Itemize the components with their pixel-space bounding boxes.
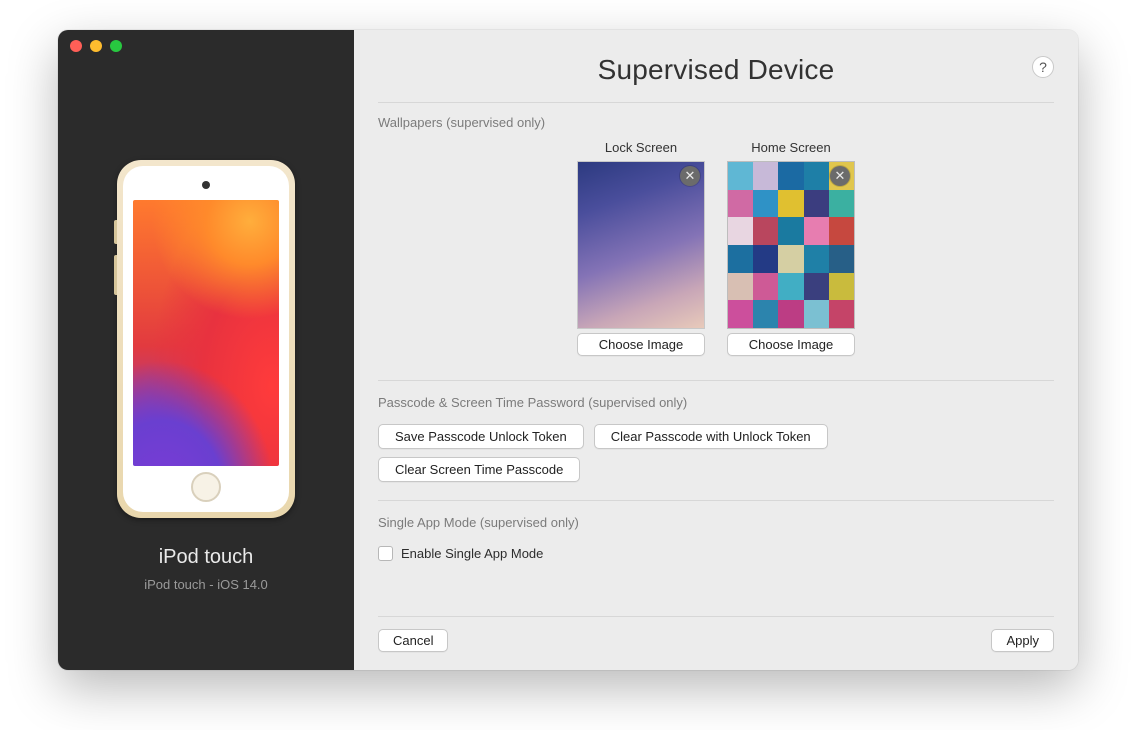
device-home-button-icon — [191, 472, 221, 502]
minimize-window-button[interactable] — [90, 40, 102, 52]
device-subtitle: iPod touch - iOS 14.0 — [144, 577, 268, 592]
home-tile — [804, 273, 829, 301]
remove-home-wallpaper-button[interactable]: ✕ — [830, 166, 850, 186]
home-tile — [753, 300, 778, 328]
app-window: iPod touch iPod touch - iOS 14.0 Supervi… — [58, 30, 1078, 670]
home-tile — [753, 217, 778, 245]
home-tile — [728, 300, 753, 328]
divider — [378, 500, 1054, 501]
home-tile — [829, 217, 854, 245]
home-tile — [829, 273, 854, 301]
home-screen-column: Home Screen ✕ Choose Image — [726, 140, 856, 356]
home-tile — [804, 245, 829, 273]
home-tile — [804, 162, 829, 190]
passcode-button-row: Save Passcode Unlock Token Clear Passcod… — [378, 424, 1054, 449]
home-tile — [728, 190, 753, 218]
divider — [378, 102, 1054, 103]
passcode-button-row-2: Clear Screen Time Passcode — [378, 457, 1054, 482]
device-volume-button — [114, 255, 117, 295]
page-title: Supervised Device — [598, 54, 835, 86]
home-tile — [753, 273, 778, 301]
home-tile — [778, 217, 803, 245]
home-tile — [829, 190, 854, 218]
apply-button[interactable]: Apply — [991, 629, 1054, 652]
lock-screen-column: Lock Screen ✕ Choose Image — [576, 140, 706, 356]
cancel-button[interactable]: Cancel — [378, 629, 448, 652]
device-volume-button — [114, 220, 117, 244]
home-tile — [804, 217, 829, 245]
divider — [378, 380, 1054, 381]
home-tile — [728, 162, 753, 190]
enable-single-app-label: Enable Single App Mode — [401, 546, 543, 561]
home-tile — [728, 245, 753, 273]
home-tile — [778, 300, 803, 328]
device-body — [123, 166, 289, 512]
zoom-window-button[interactable] — [110, 40, 122, 52]
passcode-section-label: Passcode & Screen Time Password (supervi… — [378, 395, 1054, 410]
single-app-section-label: Single App Mode (supervised only) — [378, 515, 1054, 530]
choose-lock-image-button[interactable]: Choose Image — [577, 333, 705, 356]
home-tile — [753, 245, 778, 273]
clear-passcode-token-button[interactable]: Clear Passcode with Unlock Token — [594, 424, 828, 449]
close-icon: ✕ — [685, 168, 696, 184]
window-traffic-lights — [70, 40, 122, 52]
wallpapers-section-label: Wallpapers (supervised only) — [378, 115, 1054, 130]
home-tile — [728, 273, 753, 301]
close-window-button[interactable] — [70, 40, 82, 52]
lock-screen-title: Lock Screen — [605, 140, 677, 155]
remove-lock-wallpaper-button[interactable]: ✕ — [680, 166, 700, 186]
lock-screen-thumbnail[interactable]: ✕ — [577, 161, 705, 329]
device-name: iPod touch — [159, 546, 254, 569]
device-mockup — [117, 160, 295, 518]
close-icon: ✕ — [835, 168, 846, 184]
device-sidebar: iPod touch iPod touch - iOS 14.0 — [58, 30, 354, 670]
footer-bar: Cancel Apply — [378, 616, 1054, 652]
wallpapers-row: Lock Screen ✕ Choose Image Home Screen ✕… — [378, 140, 1054, 356]
choose-home-image-button[interactable]: Choose Image — [727, 333, 855, 356]
home-tile — [829, 245, 854, 273]
main-panel: Supervised Device ? Wallpapers (supervis… — [354, 30, 1078, 670]
home-tile — [829, 300, 854, 328]
home-tile — [778, 162, 803, 190]
home-screen-thumbnail[interactable]: ✕ — [727, 161, 855, 329]
home-tile — [778, 245, 803, 273]
home-screen-title: Home Screen — [751, 140, 830, 155]
device-camera-icon — [202, 181, 210, 189]
help-button[interactable]: ? — [1032, 56, 1054, 78]
home-tile — [778, 273, 803, 301]
single-app-checkbox-row: Enable Single App Mode — [378, 546, 1054, 561]
save-passcode-token-button[interactable]: Save Passcode Unlock Token — [378, 424, 584, 449]
home-tile — [778, 190, 803, 218]
home-tile — [804, 300, 829, 328]
device-screen-preview — [133, 200, 279, 466]
home-tile — [804, 190, 829, 218]
home-tile — [753, 162, 778, 190]
home-tile — [728, 217, 753, 245]
clear-screentime-passcode-button[interactable]: Clear Screen Time Passcode — [378, 457, 580, 482]
home-tile — [753, 190, 778, 218]
enable-single-app-checkbox[interactable] — [378, 546, 393, 561]
